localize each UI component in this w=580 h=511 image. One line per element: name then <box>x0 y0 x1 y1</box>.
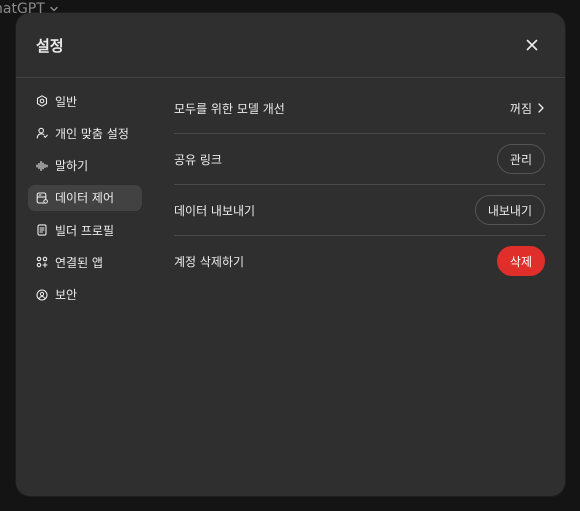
shield-icon <box>36 289 48 301</box>
sidebar-item-security[interactable]: 보안 <box>28 282 142 308</box>
close-icon <box>526 39 538 51</box>
apps-icon <box>36 256 48 269</box>
setting-row-shared-links: 공유 링크 관리 <box>174 134 545 185</box>
modal-title: 설정 <box>36 37 64 55</box>
sidebar-item-label: 연결된 앱 <box>55 255 103 270</box>
sidebar-item-label: 보안 <box>55 288 78 303</box>
sidebar-item-general[interactable]: 일반 <box>28 88 142 114</box>
sidebar-item-personalization[interactable]: 개인 맞춤 설정 <box>28 120 142 146</box>
delete-account-button[interactable]: 삭제 <box>496 246 545 276</box>
setting-label-export-data: 데이터 내보내기 <box>174 203 256 218</box>
manage-shared-links-button[interactable]: 관리 <box>496 144 545 174</box>
export-data-button[interactable]: 내보내기 <box>474 195 545 225</box>
improve-model-toggle[interactable]: 꺼짐 <box>510 100 545 117</box>
sidebar-item-label: 빌더 프로필 <box>55 223 115 238</box>
sidebar-item-label: 개인 맞춤 설정 <box>55 126 129 141</box>
sidebar-item-label: 일반 <box>55 94 78 109</box>
improve-model-value: 꺼짐 <box>509 101 532 116</box>
chevron-right-icon <box>538 103 544 113</box>
setting-label-delete-account: 계정 삭제하기 <box>174 254 245 269</box>
sidebar-item-connected-apps[interactable]: 연결된 앱 <box>28 249 142 275</box>
modal-header: 설정 <box>16 13 565 78</box>
gear-icon <box>36 95 48 107</box>
setting-label-improve-model: 모두를 위한 모델 개선 <box>174 101 285 116</box>
sidebar-item-label: 데이터 제어 <box>55 191 115 206</box>
sidebar-item-label: 말하기 <box>55 159 89 174</box>
close-button[interactable] <box>522 35 542 55</box>
sidebar-item-data-controls[interactable]: 데이터 제어 <box>28 184 142 211</box>
setting-row-improve-model: 모두를 위한 모델 개선 꺼짐 <box>174 83 545 134</box>
setting-row-delete-account: 계정 삭제하기 삭제 <box>174 236 545 286</box>
sidebar-item-builder-profile[interactable]: 빌더 프로필 <box>28 217 142 243</box>
setting-row-export-data: 데이터 내보내기 내보내기 <box>174 185 545 236</box>
waveform-icon <box>36 160 48 172</box>
sidebar-item-speech[interactable]: 말하기 <box>28 153 142 179</box>
person-icon <box>36 127 48 139</box>
setting-label-shared-links: 공유 링크 <box>174 152 222 167</box>
settings-sidebar: 일반 개인 맞춤 설정 말하기 데이터 제어 빌더 프로필 연결된 앱 보안 <box>28 88 142 314</box>
id-card-icon <box>36 224 48 236</box>
data-controls-panel: 모두를 위한 모델 개선 꺼짐 공유 링크 관리 데이터 내보내기 내보내기 계… <box>174 83 545 286</box>
database-icon <box>36 192 48 204</box>
settings-modal: 설정 일반 개인 맞춤 설정 말하기 데이터 제어 빌더 프로필 연결된 앱 보… <box>16 13 565 496</box>
